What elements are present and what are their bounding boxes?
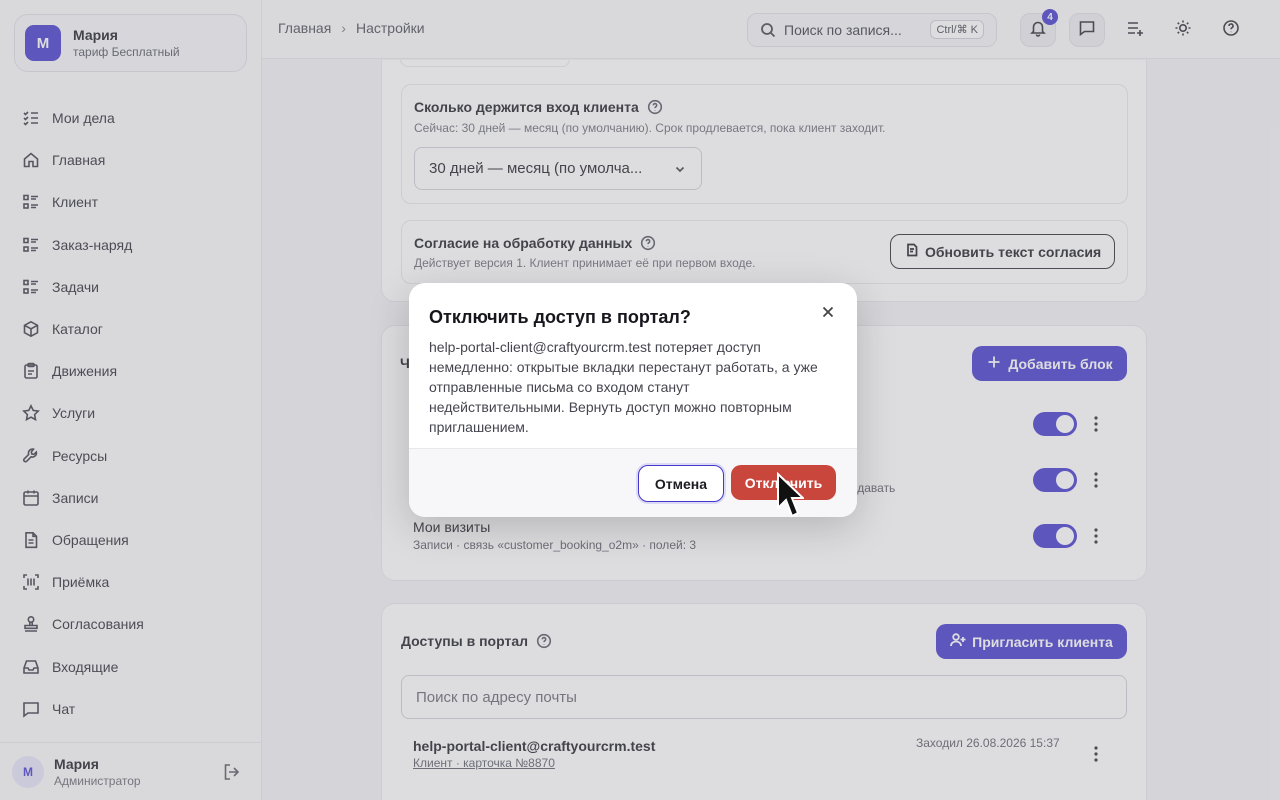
- cancel-button[interactable]: Отмена: [638, 465, 724, 502]
- mouse-pointer-icon: [777, 472, 804, 518]
- close-icon[interactable]: [821, 305, 837, 321]
- dialog-title: Отключить доступ в портал?: [429, 307, 691, 327]
- dialog-body: help-portal-client@craftyourcrm.test пот…: [429, 339, 818, 435]
